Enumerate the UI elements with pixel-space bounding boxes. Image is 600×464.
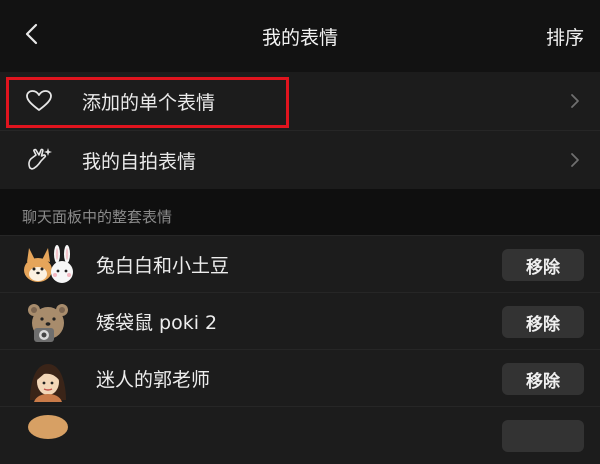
sticker-pack-thumbnail (20, 242, 76, 288)
sticker-pack-name: 矮袋鼠 poki 2 (96, 312, 218, 334)
heart-outline-icon (24, 86, 54, 116)
sticker-pack-name: 迷人的郭老师 (96, 369, 211, 391)
sticker-pack-row-partial[interactable] (0, 406, 600, 464)
sticker-pack-row[interactable]: 矮袋鼠 poki 2 移除 (0, 292, 600, 350)
sticker-pack-row[interactable]: 兔白白和小土豆 移除 (0, 235, 600, 293)
remove-button[interactable]: 移除 (502, 249, 584, 281)
sticker-pack-thumbnail (20, 299, 76, 345)
added-single-stickers-item[interactable]: 添加的单个表情 (0, 72, 600, 130)
sticker-pack-name: 兔白白和小土豆 (96, 255, 230, 277)
remove-button[interactable] (502, 420, 584, 452)
selfie-hand-sparkle-icon (24, 145, 54, 175)
chevron-right-icon (568, 150, 582, 170)
sticker-pack-row[interactable]: 迷人的郭老师 移除 (0, 349, 600, 407)
menu-item-label: 添加的单个表情 (82, 91, 216, 114)
my-selfie-stickers-item[interactable]: 我的自拍表情 (0, 130, 600, 189)
section-header: 聊天面板中的整套表情 (22, 208, 173, 226)
chevron-right-icon (568, 91, 582, 111)
remove-button[interactable]: 移除 (502, 363, 584, 395)
remove-button[interactable]: 移除 (502, 306, 584, 338)
page-title: 我的表情 (261, 26, 338, 49)
top-bar: 我的表情 排序 (0, 0, 600, 72)
menu-item-label: 我的自拍表情 (82, 150, 197, 173)
sort-button[interactable]: 排序 (546, 0, 584, 72)
sticker-pack-thumbnail (20, 356, 76, 402)
